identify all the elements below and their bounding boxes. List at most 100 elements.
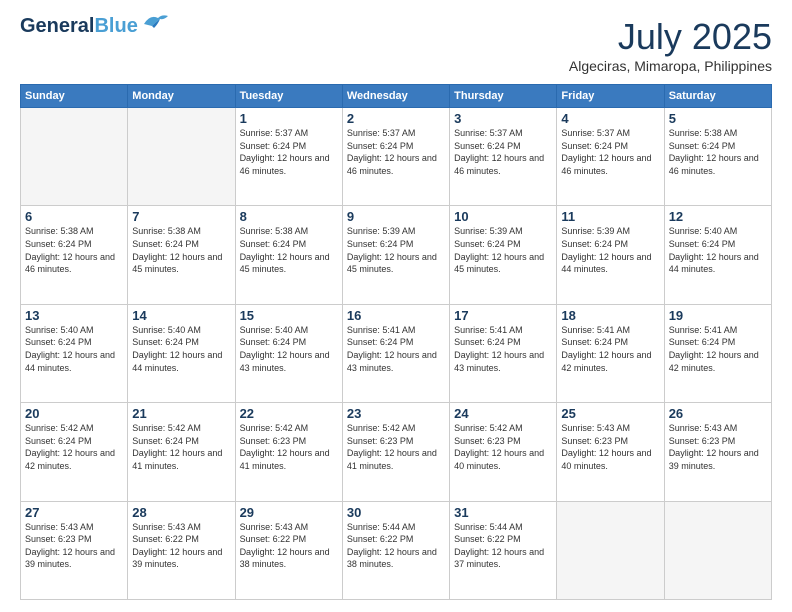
calendar-cell: 24Sunrise: 5:42 AMSunset: 6:23 PMDayligh… <box>450 403 557 501</box>
day-number: 12 <box>669 209 767 224</box>
day-info: Sunrise: 5:42 AMSunset: 6:23 PMDaylight:… <box>240 422 338 472</box>
calendar-cell: 22Sunrise: 5:42 AMSunset: 6:23 PMDayligh… <box>235 403 342 501</box>
day-info: Sunrise: 5:39 AMSunset: 6:24 PMDaylight:… <box>347 225 445 275</box>
day-info: Sunrise: 5:43 AMSunset: 6:23 PMDaylight:… <box>25 521 123 571</box>
day-info: Sunrise: 5:38 AMSunset: 6:24 PMDaylight:… <box>669 127 767 177</box>
header: GeneralBlue July 2025 Algeciras, Mimarop… <box>20 16 772 74</box>
day-info: Sunrise: 5:43 AMSunset: 6:23 PMDaylight:… <box>561 422 659 472</box>
day-info: Sunrise: 5:42 AMSunset: 6:24 PMDaylight:… <box>132 422 230 472</box>
day-number: 13 <box>25 308 123 323</box>
day-info: Sunrise: 5:44 AMSunset: 6:22 PMDaylight:… <box>454 521 552 571</box>
calendar-week-5: 27Sunrise: 5:43 AMSunset: 6:23 PMDayligh… <box>21 501 772 599</box>
day-info: Sunrise: 5:38 AMSunset: 6:24 PMDaylight:… <box>132 225 230 275</box>
day-number: 5 <box>669 111 767 126</box>
calendar-header-tuesday: Tuesday <box>235 85 342 108</box>
day-number: 22 <box>240 406 338 421</box>
day-number: 25 <box>561 406 659 421</box>
calendar-cell: 13Sunrise: 5:40 AMSunset: 6:24 PMDayligh… <box>21 304 128 402</box>
calendar-header-sunday: Sunday <box>21 85 128 108</box>
calendar-cell: 20Sunrise: 5:42 AMSunset: 6:24 PMDayligh… <box>21 403 128 501</box>
day-info: Sunrise: 5:40 AMSunset: 6:24 PMDaylight:… <box>132 324 230 374</box>
calendar-cell: 10Sunrise: 5:39 AMSunset: 6:24 PMDayligh… <box>450 206 557 304</box>
calendar-cell: 5Sunrise: 5:38 AMSunset: 6:24 PMDaylight… <box>664 108 771 206</box>
calendar-cell: 27Sunrise: 5:43 AMSunset: 6:23 PMDayligh… <box>21 501 128 599</box>
day-info: Sunrise: 5:41 AMSunset: 6:24 PMDaylight:… <box>561 324 659 374</box>
day-number: 8 <box>240 209 338 224</box>
day-number: 3 <box>454 111 552 126</box>
calendar-header-thursday: Thursday <box>450 85 557 108</box>
calendar-cell <box>664 501 771 599</box>
logo: GeneralBlue <box>20 16 170 36</box>
day-info: Sunrise: 5:42 AMSunset: 6:23 PMDaylight:… <box>347 422 445 472</box>
logo-bird-icon <box>142 12 170 35</box>
day-number: 18 <box>561 308 659 323</box>
day-info: Sunrise: 5:41 AMSunset: 6:24 PMDaylight:… <box>669 324 767 374</box>
calendar-cell: 31Sunrise: 5:44 AMSunset: 6:22 PMDayligh… <box>450 501 557 599</box>
calendar-cell: 6Sunrise: 5:38 AMSunset: 6:24 PMDaylight… <box>21 206 128 304</box>
header-right: July 2025 Algeciras, Mimaropa, Philippin… <box>569 16 772 74</box>
calendar-cell: 23Sunrise: 5:42 AMSunset: 6:23 PMDayligh… <box>342 403 449 501</box>
day-info: Sunrise: 5:40 AMSunset: 6:24 PMDaylight:… <box>25 324 123 374</box>
calendar-cell: 8Sunrise: 5:38 AMSunset: 6:24 PMDaylight… <box>235 206 342 304</box>
day-number: 20 <box>25 406 123 421</box>
day-number: 30 <box>347 505 445 520</box>
calendar-cell: 9Sunrise: 5:39 AMSunset: 6:24 PMDaylight… <box>342 206 449 304</box>
calendar-cell: 12Sunrise: 5:40 AMSunset: 6:24 PMDayligh… <box>664 206 771 304</box>
day-info: Sunrise: 5:39 AMSunset: 6:24 PMDaylight:… <box>561 225 659 275</box>
day-info: Sunrise: 5:42 AMSunset: 6:24 PMDaylight:… <box>25 422 123 472</box>
day-info: Sunrise: 5:44 AMSunset: 6:22 PMDaylight:… <box>347 521 445 571</box>
day-number: 28 <box>132 505 230 520</box>
day-number: 4 <box>561 111 659 126</box>
day-number: 11 <box>561 209 659 224</box>
calendar-cell: 18Sunrise: 5:41 AMSunset: 6:24 PMDayligh… <box>557 304 664 402</box>
day-info: Sunrise: 5:38 AMSunset: 6:24 PMDaylight:… <box>25 225 123 275</box>
calendar-week-2: 6Sunrise: 5:38 AMSunset: 6:24 PMDaylight… <box>21 206 772 304</box>
day-info: Sunrise: 5:37 AMSunset: 6:24 PMDaylight:… <box>454 127 552 177</box>
day-info: Sunrise: 5:37 AMSunset: 6:24 PMDaylight:… <box>347 127 445 177</box>
day-info: Sunrise: 5:42 AMSunset: 6:23 PMDaylight:… <box>454 422 552 472</box>
day-number: 16 <box>347 308 445 323</box>
day-number: 27 <box>25 505 123 520</box>
calendar-week-3: 13Sunrise: 5:40 AMSunset: 6:24 PMDayligh… <box>21 304 772 402</box>
logo-text: GeneralBlue <box>20 16 138 36</box>
day-info: Sunrise: 5:38 AMSunset: 6:24 PMDaylight:… <box>240 225 338 275</box>
day-info: Sunrise: 5:43 AMSunset: 6:22 PMDaylight:… <box>240 521 338 571</box>
logo-general: General <box>20 15 94 37</box>
calendar-cell: 1Sunrise: 5:37 AMSunset: 6:24 PMDaylight… <box>235 108 342 206</box>
day-number: 1 <box>240 111 338 126</box>
calendar-header-saturday: Saturday <box>664 85 771 108</box>
calendar-cell: 19Sunrise: 5:41 AMSunset: 6:24 PMDayligh… <box>664 304 771 402</box>
day-number: 17 <box>454 308 552 323</box>
calendar-header-row: SundayMondayTuesdayWednesdayThursdayFrid… <box>21 85 772 108</box>
calendar-header-monday: Monday <box>128 85 235 108</box>
day-info: Sunrise: 5:41 AMSunset: 6:24 PMDaylight:… <box>454 324 552 374</box>
day-info: Sunrise: 5:37 AMSunset: 6:24 PMDaylight:… <box>240 127 338 177</box>
day-info: Sunrise: 5:40 AMSunset: 6:24 PMDaylight:… <box>669 225 767 275</box>
day-number: 26 <box>669 406 767 421</box>
day-number: 15 <box>240 308 338 323</box>
calendar-cell <box>557 501 664 599</box>
day-number: 31 <box>454 505 552 520</box>
calendar-cell: 3Sunrise: 5:37 AMSunset: 6:24 PMDaylight… <box>450 108 557 206</box>
day-info: Sunrise: 5:37 AMSunset: 6:24 PMDaylight:… <box>561 127 659 177</box>
day-number: 24 <box>454 406 552 421</box>
day-number: 14 <box>132 308 230 323</box>
day-number: 10 <box>454 209 552 224</box>
calendar-cell: 15Sunrise: 5:40 AMSunset: 6:24 PMDayligh… <box>235 304 342 402</box>
calendar-cell: 2Sunrise: 5:37 AMSunset: 6:24 PMDaylight… <box>342 108 449 206</box>
calendar-cell <box>21 108 128 206</box>
calendar-cell <box>128 108 235 206</box>
page: GeneralBlue July 2025 Algeciras, Mimarop… <box>0 0 792 612</box>
month-title: July 2025 <box>569 16 772 58</box>
calendar-header-friday: Friday <box>557 85 664 108</box>
calendar-cell: 30Sunrise: 5:44 AMSunset: 6:22 PMDayligh… <box>342 501 449 599</box>
day-number: 23 <box>347 406 445 421</box>
day-number: 2 <box>347 111 445 126</box>
day-number: 9 <box>347 209 445 224</box>
calendar-cell: 25Sunrise: 5:43 AMSunset: 6:23 PMDayligh… <box>557 403 664 501</box>
day-number: 6 <box>25 209 123 224</box>
day-info: Sunrise: 5:39 AMSunset: 6:24 PMDaylight:… <box>454 225 552 275</box>
day-info: Sunrise: 5:41 AMSunset: 6:24 PMDaylight:… <box>347 324 445 374</box>
calendar-cell: 14Sunrise: 5:40 AMSunset: 6:24 PMDayligh… <box>128 304 235 402</box>
day-info: Sunrise: 5:43 AMSunset: 6:22 PMDaylight:… <box>132 521 230 571</box>
